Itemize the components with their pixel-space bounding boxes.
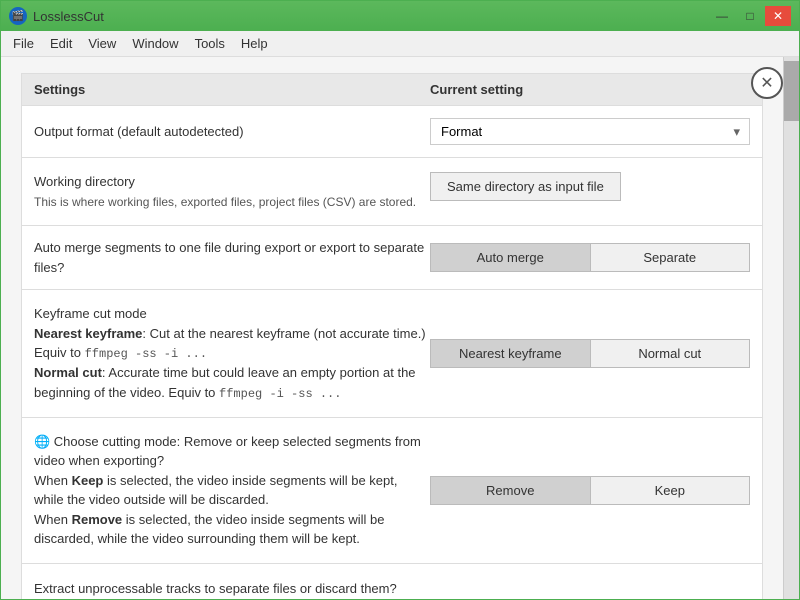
title-bar: 🎬 LosslessCut — □ ✕	[1, 1, 799, 31]
remove-keep-label: 🌐 Choose cutting mode: Remove or keep se…	[34, 432, 430, 549]
remove-keep-control: Remove Keep	[430, 476, 750, 505]
current-setting-col-header: Current setting	[430, 82, 750, 97]
working-directory-control: Same directory as input file	[430, 172, 750, 201]
format-dropdown-wrapper: Format	[430, 118, 750, 145]
output-format-control: Format	[430, 118, 750, 145]
menu-edit[interactable]: Edit	[42, 33, 80, 54]
menu-view[interactable]: View	[80, 33, 124, 54]
keep-button[interactable]: Keep	[590, 476, 751, 505]
menu-help[interactable]: Help	[233, 33, 276, 54]
settings-panel: ✕ Settings Current setting Output format…	[1, 57, 783, 599]
working-directory-title: Working directory	[34, 174, 135, 189]
auto-merge-control: Auto merge Separate	[430, 243, 750, 272]
menu-file[interactable]: File	[5, 33, 42, 54]
keyframe-cut-row: Keyframe cut mode Nearest keyframe: Cut …	[21, 290, 763, 418]
working-directory-label: Working directory This is where working …	[34, 172, 430, 211]
extract-tracks-label: Extract unprocessable tracks to separate…	[34, 579, 430, 599]
extract-tracks-row: Extract unprocessable tracks to separate…	[21, 564, 763, 600]
separate-button[interactable]: Separate	[590, 243, 751, 272]
nearest-keyframe-button[interactable]: Nearest keyframe	[430, 339, 590, 368]
normal-cut-label: Normal cut: Accurate time but could leav…	[34, 365, 416, 400]
menu-bar: File Edit View Window Tools Help	[1, 31, 799, 57]
menu-tools[interactable]: Tools	[187, 33, 233, 54]
main-window: 🎬 LosslessCut — □ ✕ File Edit View Windo…	[0, 0, 800, 600]
auto-merge-button-group: Auto merge Separate	[430, 243, 750, 272]
window-title: LosslessCut	[33, 9, 104, 24]
minimize-button[interactable]: —	[709, 6, 735, 26]
keep-description: When Keep is selected, the video inside …	[34, 473, 397, 508]
auto-merge-row: Auto merge segments to one file during e…	[21, 226, 763, 290]
normal-cut-button[interactable]: Normal cut	[590, 339, 751, 368]
remove-keep-button-group: Remove Keep	[430, 476, 750, 505]
cutting-mode-title: 🌐 Choose cutting mode: Remove or keep se…	[34, 434, 421, 469]
window-close-button[interactable]: ✕	[765, 6, 791, 26]
scrollbar[interactable]	[783, 57, 799, 599]
title-bar-left: 🎬 LosslessCut	[9, 7, 104, 25]
restore-button[interactable]: □	[737, 6, 763, 26]
working-directory-row: Working directory This is where working …	[21, 158, 763, 226]
title-controls: — □ ✕	[709, 6, 791, 26]
keyframe-cut-label: Keyframe cut mode Nearest keyframe: Cut …	[34, 304, 430, 403]
nearest-keyframe-label: Nearest keyframe: Cut at the nearest key…	[34, 326, 426, 361]
remove-keep-row: 🌐 Choose cutting mode: Remove or keep se…	[21, 418, 763, 564]
content-area: ✕ Settings Current setting Output format…	[1, 57, 799, 599]
menu-window[interactable]: Window	[124, 33, 186, 54]
output-format-row: Output format (default autodetected) For…	[21, 106, 763, 158]
keyframe-cut-button-group: Nearest keyframe Normal cut	[430, 339, 750, 368]
same-directory-button[interactable]: Same directory as input file	[430, 172, 621, 201]
keyframe-cut-title: Keyframe cut mode	[34, 306, 147, 321]
auto-merge-button[interactable]: Auto merge	[430, 243, 590, 272]
settings-header: Settings Current setting	[21, 73, 763, 106]
scrollbar-thumb[interactable]	[784, 61, 799, 121]
settings-col-header: Settings	[34, 82, 430, 97]
working-directory-desc: This is where working files, exported fi…	[34, 195, 416, 209]
remove-description: When Remove is selected, the video insid…	[34, 512, 384, 547]
settings-close-button[interactable]: ✕	[751, 67, 783, 99]
app-icon: 🎬	[9, 7, 27, 25]
remove-button[interactable]: Remove	[430, 476, 590, 505]
keyframe-cut-control: Nearest keyframe Normal cut	[430, 339, 750, 368]
output-format-label: Output format (default autodetected)	[34, 122, 430, 142]
auto-merge-label: Auto merge segments to one file during e…	[34, 238, 430, 277]
format-dropdown[interactable]: Format	[430, 118, 750, 145]
